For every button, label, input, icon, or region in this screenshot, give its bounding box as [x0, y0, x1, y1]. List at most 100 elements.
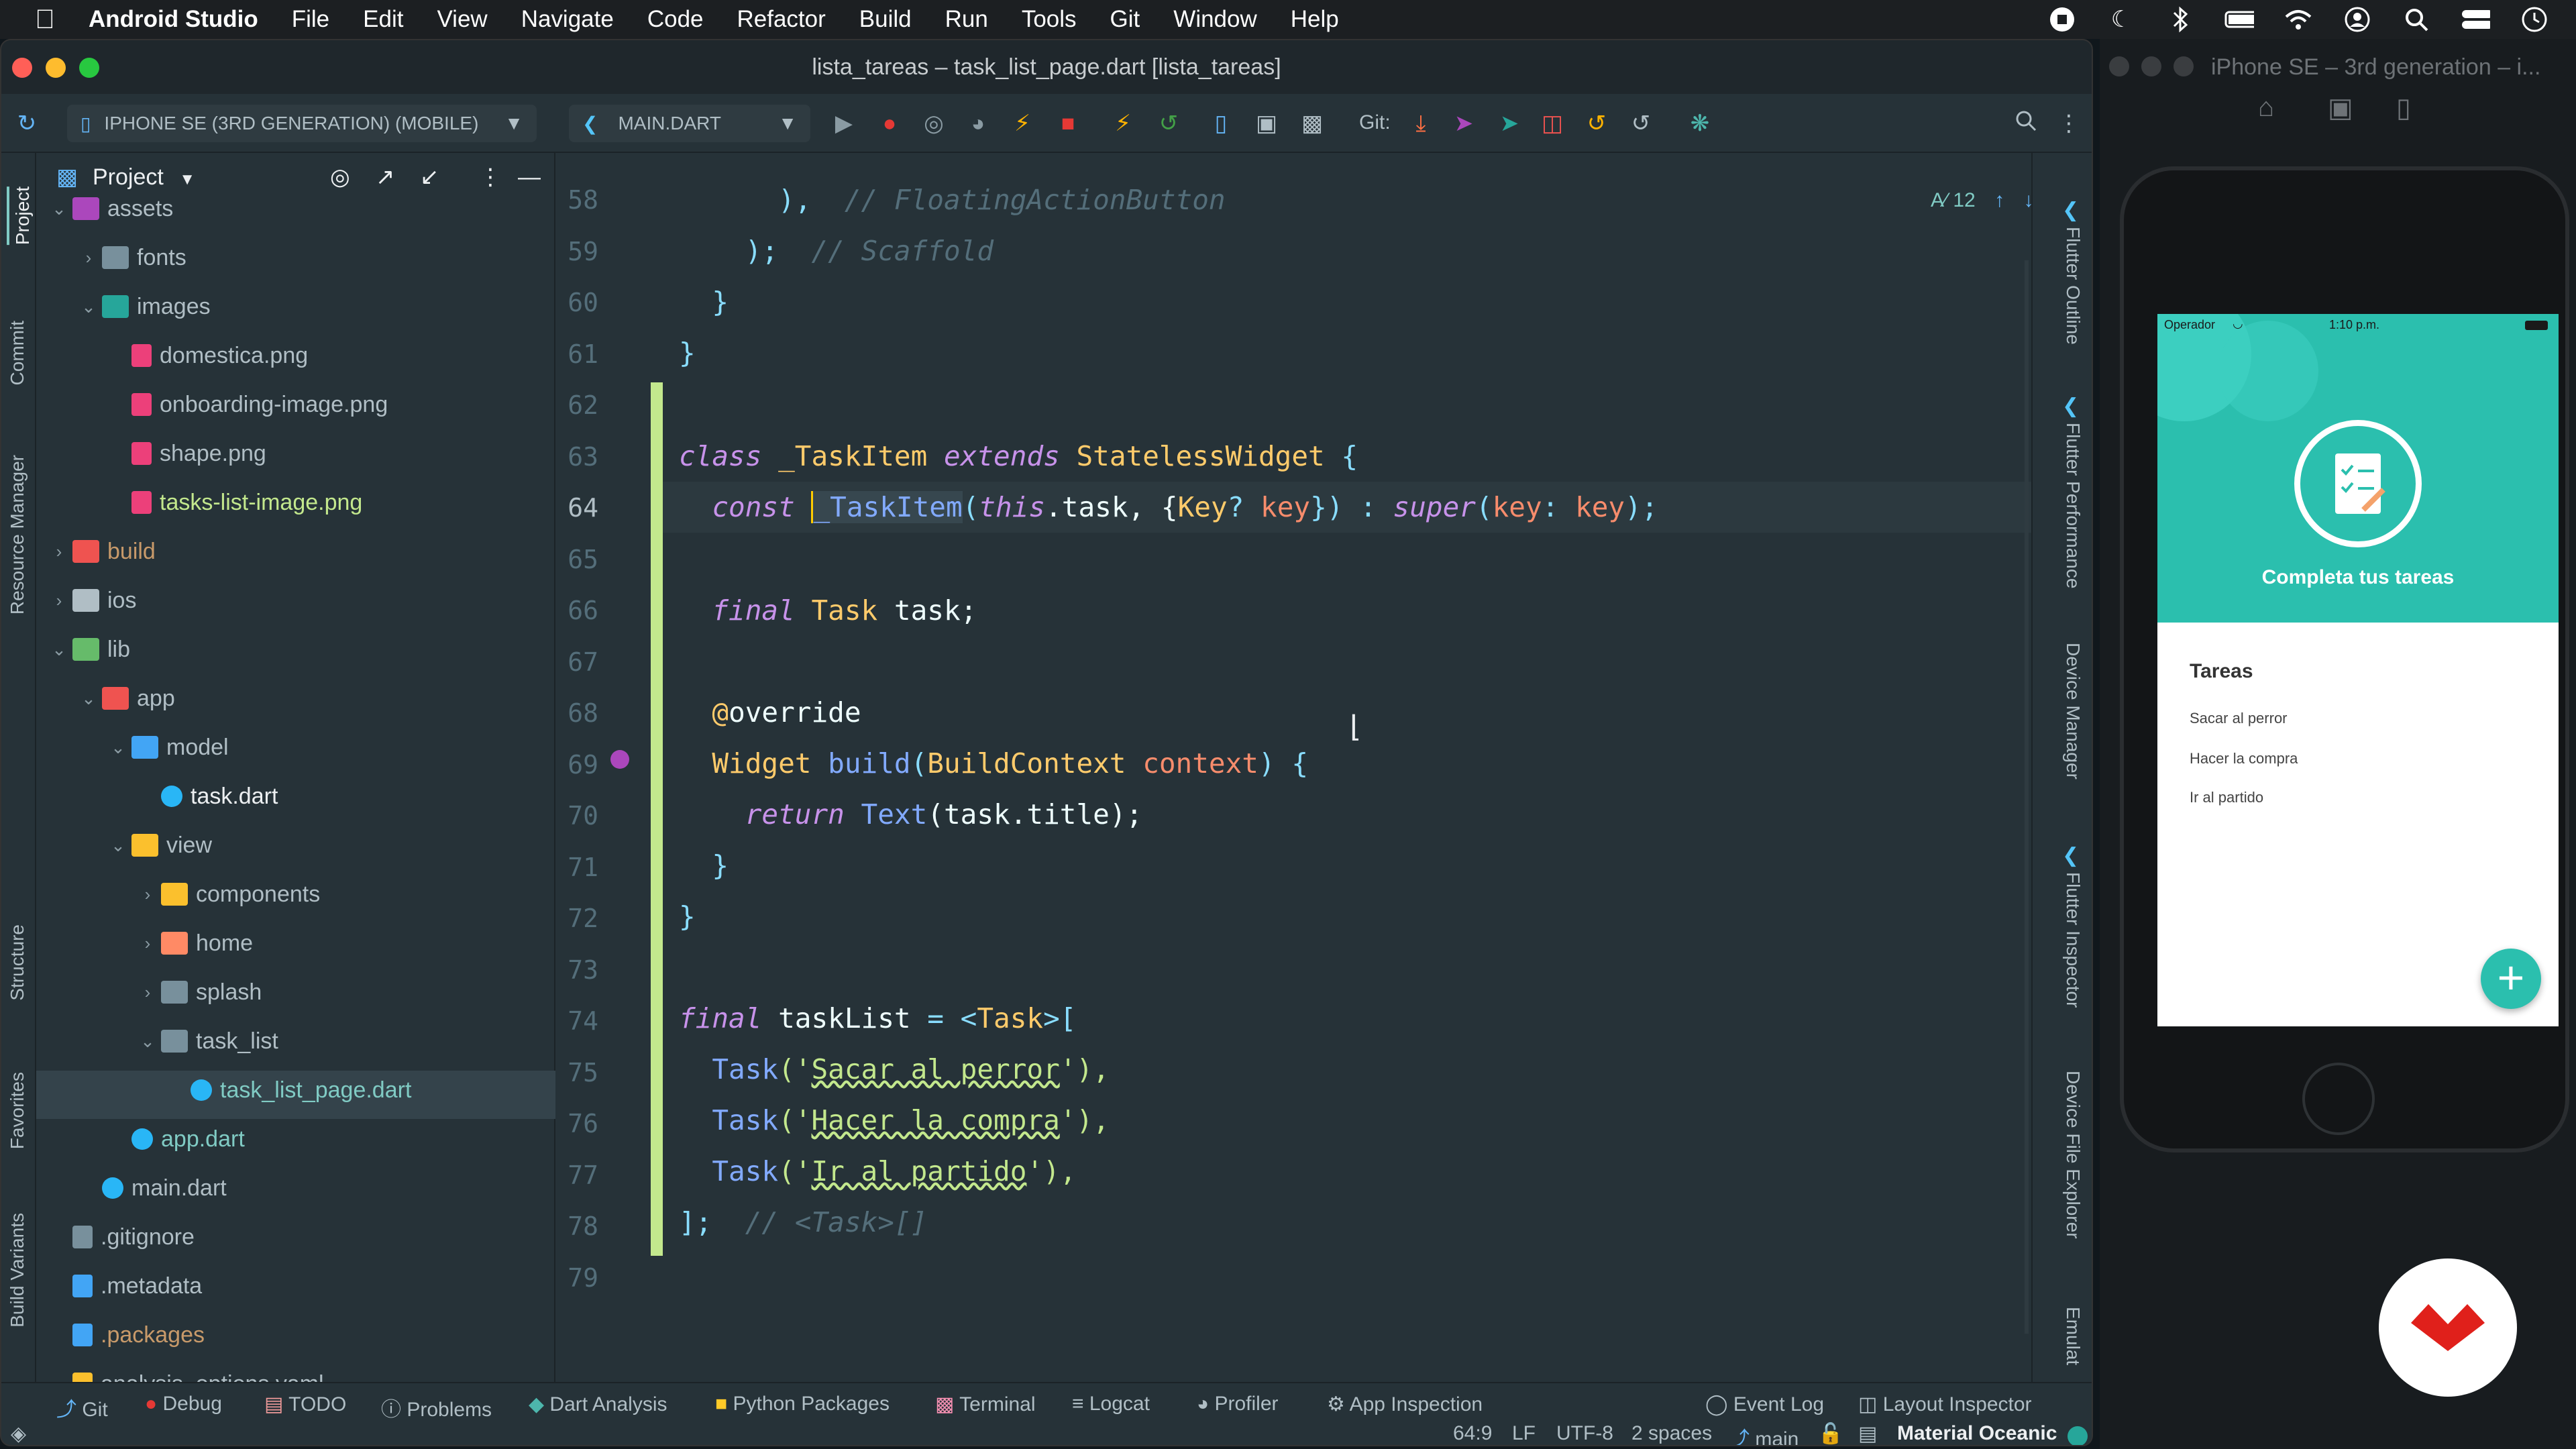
tree-item--gitignore[interactable]: .gitignore	[46, 1215, 195, 1259]
tab-flutter-outline[interactable]: Flutter Outline	[2062, 227, 2084, 345]
user-account-icon[interactable]	[2343, 6, 2372, 33]
tab-app-inspection[interactable]: ⚙ App Inspection	[1327, 1393, 1483, 1416]
menu-help[interactable]: Help	[1291, 6, 1339, 33]
chevron-down-icon[interactable]: ⌄	[75, 284, 102, 329]
profile-icon[interactable]: ◕	[963, 109, 993, 138]
chevron-right-icon[interactable]: ›	[134, 921, 161, 965]
hide-panel-icon[interactable]: —	[518, 153, 541, 201]
tab-event-log[interactable]: ◯ Event Log	[1705, 1393, 1824, 1416]
tree-item-assets[interactable]: ⌄ assets	[46, 186, 173, 231]
collapse-all-icon[interactable]: ↙	[420, 153, 439, 201]
tree-item-task-dart[interactable]: task.dart	[134, 774, 278, 818]
tree-item--metadata[interactable]: .metadata	[46, 1264, 202, 1308]
menu-git[interactable]: Git	[1110, 6, 1140, 33]
inspection-widget[interactable]: A⁄ 12 ↑ ↓	[1931, 189, 2033, 212]
sync-icon[interactable]: ↻	[12, 109, 42, 138]
tree-item-app-dart[interactable]: app.dart	[105, 1117, 245, 1161]
locate-icon[interactable]: ◎	[330, 153, 350, 201]
tree-item-ios[interactable]: › ios	[46, 578, 137, 623]
tab-terminal[interactable]: ▩ Terminal	[935, 1393, 1036, 1416]
menu-navigate[interactable]: Navigate	[521, 6, 614, 33]
tab-layout-inspector[interactable]: ◫ Layout Inspector	[1858, 1393, 2032, 1416]
git-history-icon[interactable]: ↺	[1582, 109, 1611, 138]
tab-logcat[interactable]: ≡ Logcat	[1072, 1393, 1150, 1415]
wifi-icon[interactable]	[2284, 6, 2313, 33]
file-encoding[interactable]: UTF-8	[1556, 1422, 1613, 1445]
git-commit-icon[interactable]: ➤	[1495, 109, 1524, 138]
task-item-1[interactable]: Hacer la compra	[2190, 750, 2298, 767]
tab-device-file-explorer[interactable]: Device File Explorer	[2062, 1071, 2084, 1239]
app-screen[interactable]: Operador ◡ 1:10 p.m. Completa tus tareas…	[2157, 314, 2559, 1026]
menu-refactor[interactable]: Refactor	[737, 6, 826, 33]
tab-python-packages[interactable]: ■ Python Packages	[715, 1393, 890, 1415]
code-editor[interactable]: A⁄ 12 ↑ ↓ ), // FloatingActionButton ); …	[663, 153, 2065, 1382]
tab-debug[interactable]: ● Debug	[145, 1393, 222, 1415]
hot-restart-icon[interactable]: ↺	[1154, 109, 1183, 138]
tree-item-app[interactable]: ⌄ app	[75, 676, 175, 720]
tree-item-shape-png[interactable]: shape.png	[105, 431, 266, 476]
bluetooth-icon[interactable]	[2165, 6, 2195, 33]
tab-device-manager[interactable]: Device Manager	[2062, 643, 2084, 780]
git-update-icon[interactable]: ⤓	[1406, 109, 1436, 138]
layers-icon[interactable]: ◈	[11, 1422, 26, 1445]
theme-indicator-icon[interactable]	[2068, 1426, 2088, 1445]
coverage-icon[interactable]: ◎	[919, 109, 949, 138]
debug-icon[interactable]: ●	[875, 109, 904, 138]
chevron-right-icon[interactable]: ›	[75, 235, 102, 280]
hot-reload-icon[interactable]: ⚡	[1008, 109, 1037, 138]
menu-file[interactable]: File	[292, 6, 329, 33]
tab-profiler[interactable]: ◕ Profiler	[1197, 1393, 1279, 1415]
chevron-down-icon[interactable]: ⌄	[105, 823, 131, 867]
menu-code[interactable]: Code	[647, 6, 704, 33]
menu-view[interactable]: View	[437, 6, 487, 33]
tab-resource-manager[interactable]: Resource Manager	[7, 455, 28, 614]
chevron-right-icon[interactable]: ›	[46, 578, 72, 623]
clock-icon[interactable]	[2520, 6, 2549, 33]
lock-icon[interactable]: 🔓	[1818, 1422, 1843, 1445]
indent-setting[interactable]: 2 spaces	[1631, 1422, 1712, 1445]
chevron-right-icon[interactable]: ›	[134, 872, 161, 916]
device-mirror-icon[interactable]: ▯	[1206, 109, 1236, 138]
chevron-down-icon[interactable]: ⌄	[134, 1019, 161, 1063]
menu-build[interactable]: Build	[859, 6, 912, 33]
sim-screenshot-icon[interactable]: ▣	[2328, 93, 2353, 123]
tree-item-tasks-list-image-png[interactable]: tasks-list-image.png	[105, 480, 362, 525]
sim-home-icon[interactable]: ⌂	[2258, 93, 2274, 123]
chevron-down-icon[interactable]: ⌄	[75, 676, 102, 720]
scrollbar-track[interactable]	[2025, 260, 2029, 1334]
git-push-icon[interactable]: ➤	[1449, 109, 1479, 138]
task-item-2[interactable]: Ir al partido	[2190, 789, 2263, 806]
caret-position[interactable]: 64:9	[1453, 1422, 1492, 1445]
tree-item-components[interactable]: › components	[134, 872, 321, 916]
app-menu[interactable]: Android Studio	[89, 6, 258, 33]
tree-item-main-dart[interactable]: main.dart	[75, 1166, 227, 1210]
screen-record-icon[interactable]	[2047, 6, 2077, 33]
tree-item-task-list-page-dart[interactable]: task_list_page.dart	[164, 1068, 411, 1112]
add-task-button[interactable]: +	[2481, 949, 2541, 1009]
tree-item-home[interactable]: › home	[134, 921, 253, 965]
zoom-window-button[interactable]	[79, 58, 99, 78]
control-center-icon[interactable]	[2461, 6, 2490, 33]
line-separator[interactable]: LF	[1512, 1422, 1536, 1445]
git-rollback-icon[interactable]: ↺	[1626, 109, 1656, 138]
chevron-right-icon[interactable]: ›	[46, 529, 72, 574]
implements-gutter-icon[interactable]	[610, 750, 629, 769]
apple-menu-icon[interactable]: 	[28, 5, 62, 35]
battery-icon[interactable]	[2224, 6, 2254, 33]
spotlight-search-icon[interactable]	[2402, 6, 2431, 33]
tab-build-variants[interactable]: Build Variants	[7, 1213, 28, 1328]
git-branch[interactable]: ⤴ main	[1729, 1422, 1799, 1445]
theme-name[interactable]: Material Oceanic	[1897, 1422, 2057, 1445]
sim-minimize-button[interactable]	[2141, 56, 2161, 76]
sim-close-button[interactable]	[2109, 56, 2129, 76]
tab-git[interactable]: ⤴ Git	[56, 1393, 108, 1422]
tab-todo[interactable]: ▤ TODO	[264, 1393, 346, 1416]
avd-manager-icon[interactable]: ▣	[1252, 109, 1281, 138]
tab-structure[interactable]: Structure	[7, 924, 28, 1001]
chevron-right-icon[interactable]: ›	[134, 970, 161, 1014]
sim-zoom-button[interactable]	[2174, 56, 2194, 76]
task-item-0[interactable]: Sacar al perror	[2190, 710, 2288, 727]
stop-icon[interactable]: ■	[1053, 109, 1083, 138]
run-config-selector[interactable]: ❮ MAIN.DART ▼	[569, 105, 810, 142]
options-icon[interactable]: ⋮	[479, 153, 502, 201]
